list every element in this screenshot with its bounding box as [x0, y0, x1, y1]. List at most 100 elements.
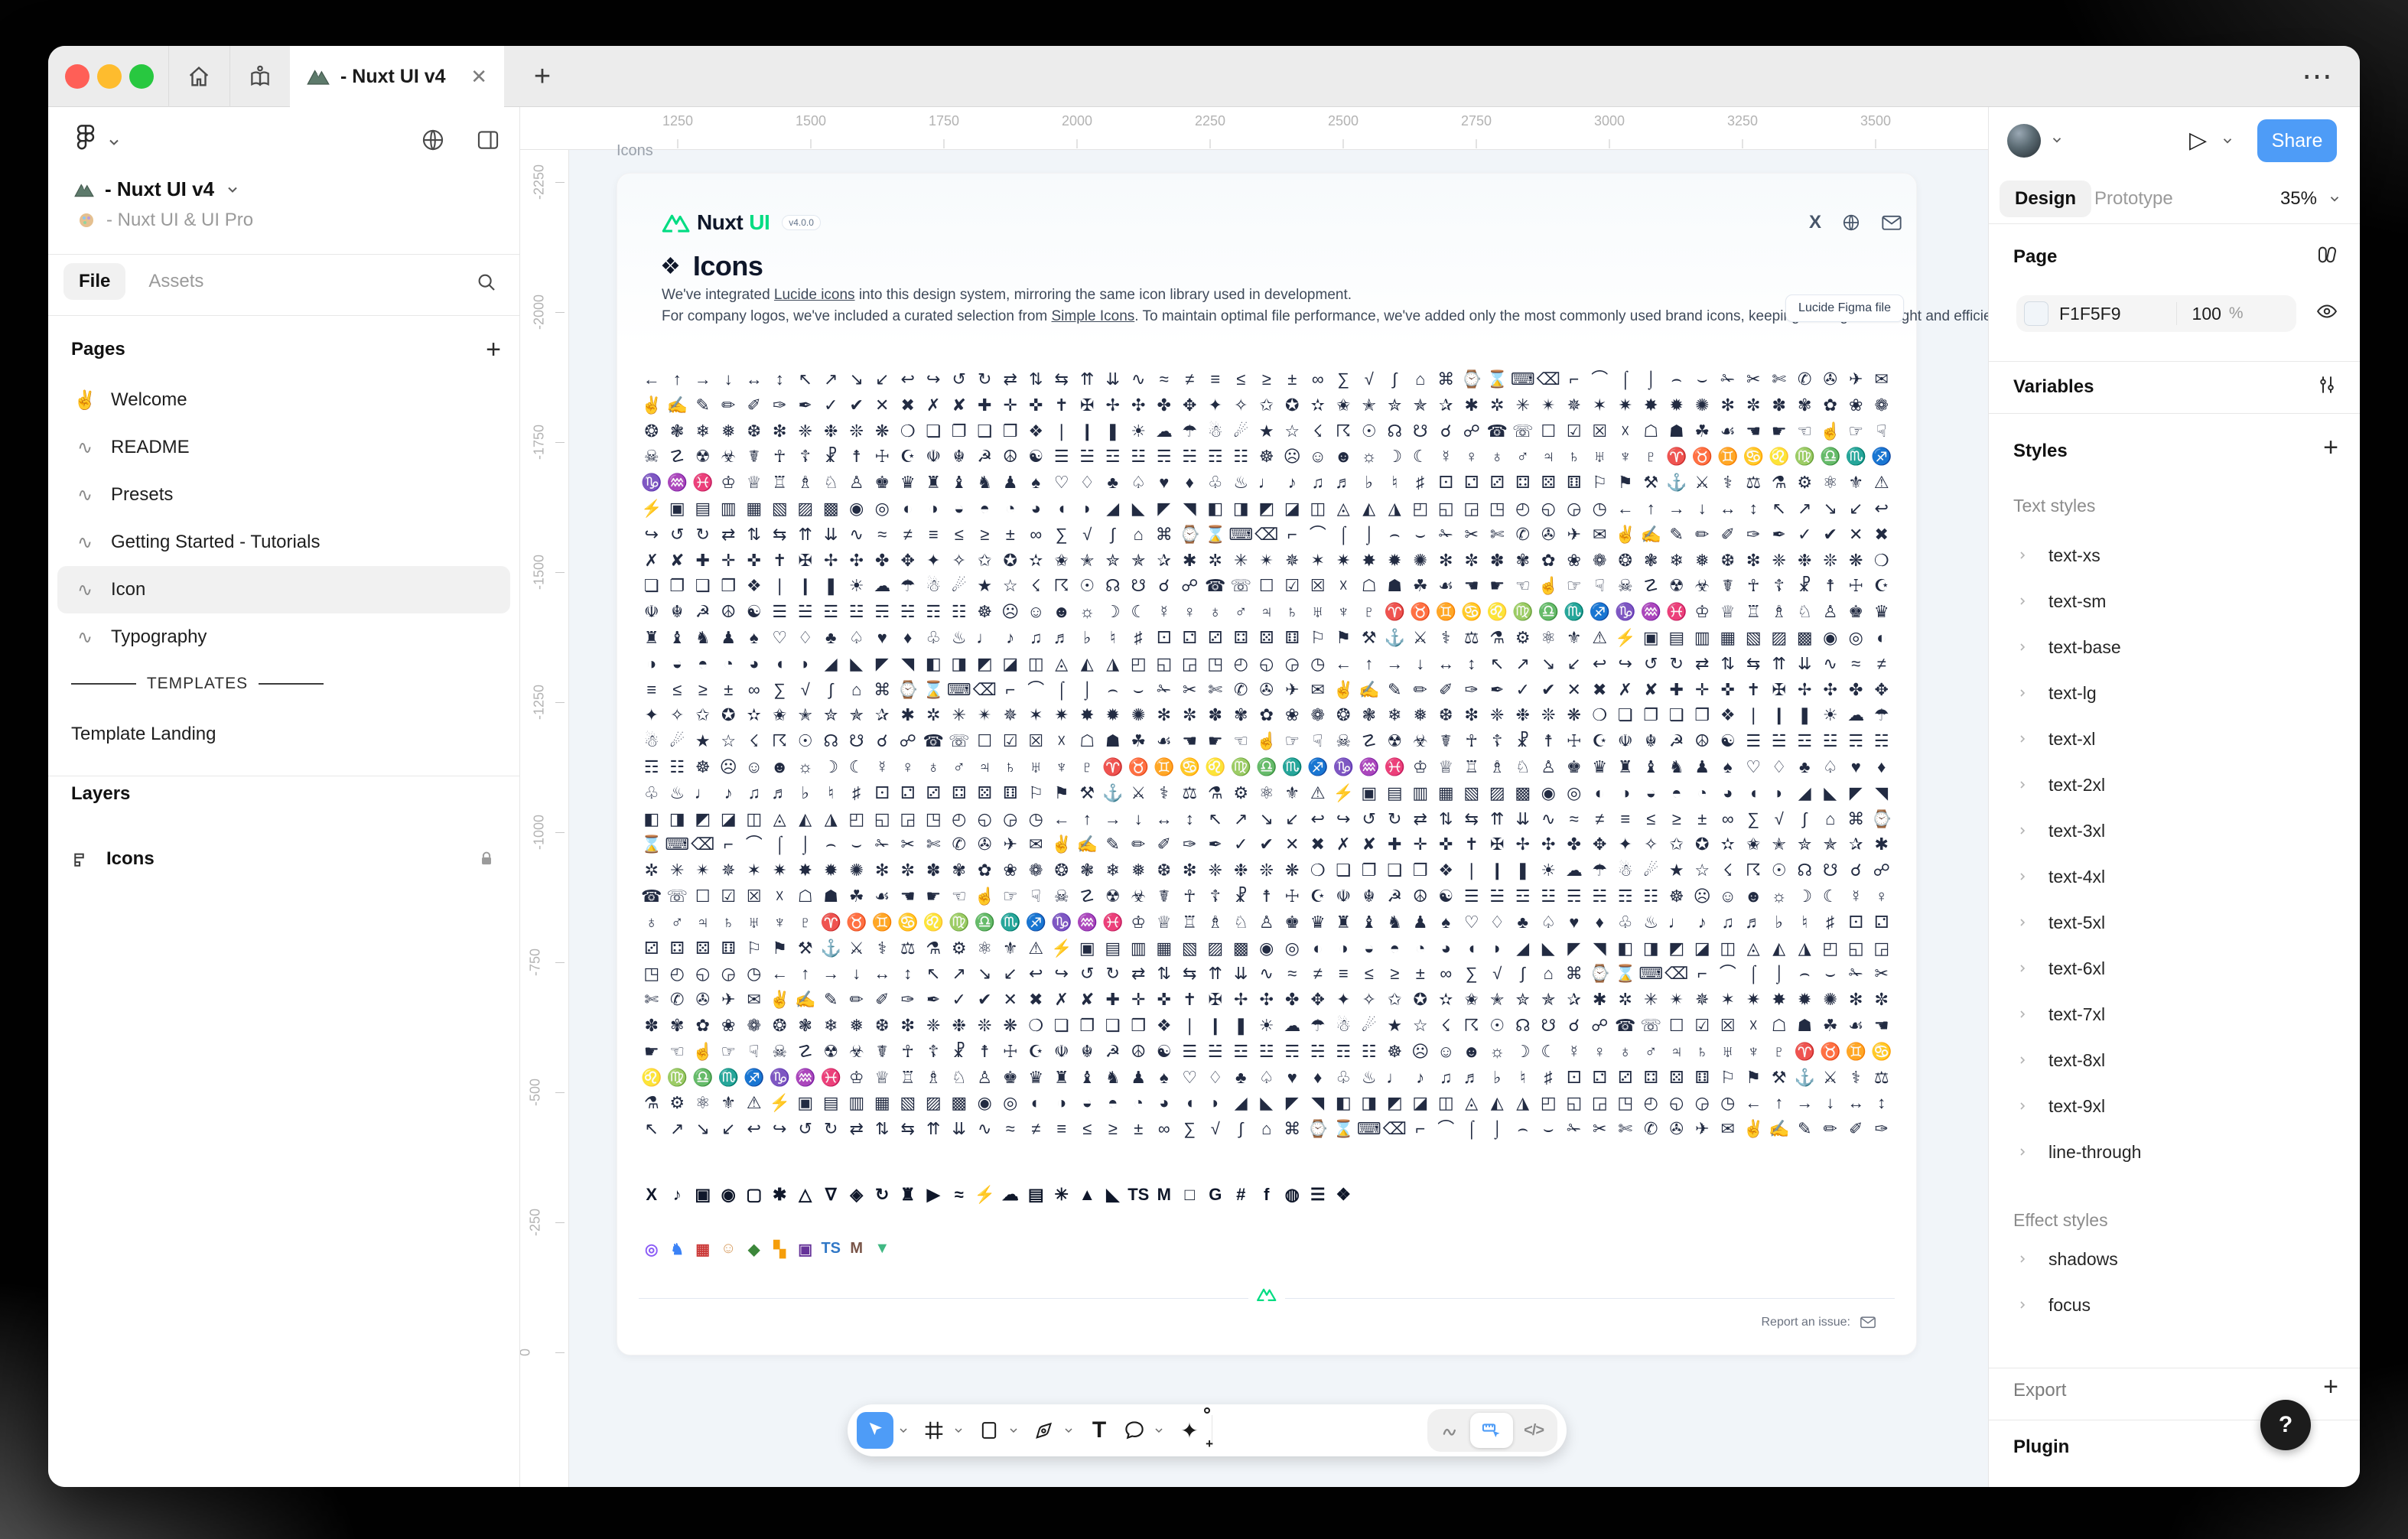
avatar-chevron-icon[interactable] — [2050, 133, 2064, 147]
grid-icon[interactable]: ⚛ — [1536, 625, 1562, 651]
grid-icon[interactable]: ⇆ — [895, 1116, 921, 1142]
grid-icon[interactable]: ✎ — [1664, 522, 1690, 548]
grid-icon[interactable]: ✂ — [1177, 677, 1203, 703]
grid-icon[interactable]: ↓ — [1407, 651, 1433, 677]
grid-icon[interactable]: ◥ — [895, 651, 921, 677]
grid-icon[interactable]: ✷ — [1331, 548, 1357, 574]
grid-icon[interactable]: ⚒ — [1766, 1065, 1792, 1091]
grid-icon[interactable]: ❙ — [792, 573, 818, 599]
grid-icon[interactable]: ♌ — [921, 909, 947, 935]
grid-icon[interactable]: ☠ — [1331, 728, 1357, 754]
grid-icon[interactable]: ❏ — [921, 418, 947, 444]
grid-icon[interactable]: ⌒ — [1715, 961, 1741, 987]
grid-icon[interactable]: ✯ — [1407, 392, 1433, 418]
grid-icon[interactable]: ♏ — [1843, 444, 1869, 470]
grid-icon[interactable]: ❖ — [1715, 702, 1741, 728]
grid-icon[interactable]: ❒ — [1126, 1013, 1152, 1039]
color-hex-value[interactable]: F1F5F9 — [2059, 304, 2121, 324]
grid-icon[interactable]: ⚔ — [1690, 470, 1716, 496]
grid-icon[interactable]: ✩ — [1254, 392, 1280, 418]
grid-icon[interactable]: ♧ — [639, 780, 665, 806]
grid-icon[interactable]: ± — [1690, 806, 1716, 832]
grid-icon[interactable]: ◲ — [1459, 496, 1485, 522]
grid-icon[interactable]: ❀ — [1561, 548, 1587, 574]
grid-icon[interactable]: ❄ — [1664, 548, 1690, 574]
grid-icon[interactable]: ✄ — [1766, 366, 1792, 392]
grid-icon[interactable]: ❐ — [1356, 857, 1382, 883]
comment-tool-chevron[interactable] — [1149, 1412, 1169, 1449]
code-view-button[interactable]: </> — [1516, 1412, 1551, 1449]
grid-icon[interactable]: ☣ — [1126, 883, 1152, 909]
grid-icon[interactable]: ◨ — [946, 651, 972, 677]
grid-icon[interactable]: ✱ — [1587, 987, 1613, 1013]
grid-icon[interactable]: ⚃ — [665, 935, 691, 961]
grid-icon[interactable]: ☚ — [1869, 1013, 1895, 1039]
grid-icon[interactable]: ♬ — [1459, 1065, 1485, 1091]
grid-icon[interactable]: ❃ — [1075, 857, 1101, 883]
grid-icon[interactable]: ♗ — [921, 1065, 947, 1091]
grid-icon[interactable]: ☥ — [895, 1039, 921, 1065]
grid-icon[interactable]: ⇊ — [946, 1116, 972, 1142]
grid-icon[interactable]: ♓ — [690, 470, 716, 496]
grid-icon[interactable]: ◢ — [1510, 935, 1536, 961]
grid-icon[interactable]: ⚅ — [716, 935, 742, 961]
grid-icon[interactable]: ∿ — [1817, 651, 1843, 677]
grid-icon[interactable]: ♈ — [1792, 1039, 1818, 1065]
grid-icon[interactable]: ◢ — [818, 651, 844, 677]
grid-icon[interactable]: ☣ — [844, 1039, 870, 1065]
grid-icon[interactable]: ♑ — [1612, 599, 1638, 625]
grid-icon[interactable]: ✣ — [844, 548, 870, 574]
grid-icon[interactable]: ❘ — [1177, 1013, 1203, 1039]
grid-icon[interactable]: ✽ — [639, 1013, 665, 1039]
grid-icon[interactable]: ★ — [1254, 418, 1280, 444]
grid-icon[interactable]: ⌘ — [1151, 522, 1177, 548]
grid-icon[interactable]: ♌ — [1485, 599, 1511, 625]
grid-icon[interactable]: ✆ — [1228, 677, 1254, 703]
grid-icon[interactable]: ↩ — [1305, 806, 1331, 832]
grid-icon[interactable]: ↕ — [1459, 651, 1485, 677]
grid-icon[interactable]: ↔ — [1843, 1090, 1869, 1116]
grid-icon[interactable]: ❁ — [1869, 392, 1895, 418]
grid-icon[interactable]: ◷ — [1305, 651, 1331, 677]
grid-icon[interactable]: ♤ — [1536, 909, 1562, 935]
grid-icon[interactable]: ◗ — [792, 651, 818, 677]
grid-icon[interactable]: ∞ — [1715, 806, 1741, 832]
grid-icon[interactable]: ♉ — [1407, 599, 1433, 625]
grid-icon[interactable]: ◖ — [1177, 1090, 1203, 1116]
grid-icon[interactable]: ☌ — [1151, 573, 1177, 599]
grid-icon[interactable]: ↙ — [1561, 651, 1587, 677]
grid-icon[interactable]: ☀ — [1536, 857, 1562, 883]
grid-icon[interactable]: ❍ — [1023, 1013, 1049, 1039]
grid-icon[interactable]: ♖ — [895, 1065, 921, 1091]
grid-icon[interactable]: ✹ — [1382, 548, 1408, 574]
grid-icon[interactable]: ❄ — [1100, 857, 1126, 883]
grid-icon[interactable]: ☩ — [997, 1039, 1023, 1065]
grid-icon[interactable]: ✁ — [1433, 522, 1459, 548]
grid-icon[interactable]: ☒ — [741, 883, 767, 909]
close-window-button[interactable] — [65, 64, 89, 89]
grid-icon[interactable]: ⚡ — [1049, 935, 1075, 961]
grid-icon[interactable]: ✯ — [1536, 987, 1562, 1013]
new-tab-button[interactable]: + — [513, 46, 571, 107]
grid-icon[interactable]: ✳ — [665, 857, 691, 883]
grid-icon[interactable]: ◉ — [1817, 625, 1843, 651]
grid-icon[interactable]: ✉ — [741, 987, 767, 1013]
page-item-readme[interactable]: ∿README — [57, 424, 510, 471]
add-page-button[interactable]: + — [486, 337, 501, 363]
grid-icon[interactable]: ❚ — [1100, 418, 1126, 444]
grid-icon[interactable]: ✝ — [1459, 831, 1485, 857]
grid-icon[interactable]: ♊ — [1151, 754, 1177, 780]
grid-icon[interactable]: ❅ — [1690, 548, 1716, 574]
page-item-template-landing[interactable]: Template Landing — [71, 724, 216, 745]
grid-icon[interactable]: ↘ — [1536, 651, 1562, 677]
grid-icon[interactable]: ✹ — [1664, 392, 1690, 418]
grid-icon[interactable]: ☋ — [1536, 1013, 1562, 1039]
grid-icon[interactable]: ☒ — [1587, 418, 1613, 444]
grid-icon[interactable]: ❑ — [1100, 1013, 1126, 1039]
grid-icon[interactable]: ♡ — [1459, 909, 1485, 935]
grid-icon[interactable]: ♫ — [1023, 625, 1049, 651]
grid-icon[interactable]: ✛ — [1407, 831, 1433, 857]
grid-icon[interactable]: ✷ — [1741, 987, 1767, 1013]
page-item-icon[interactable]: ∿Icon — [57, 566, 510, 613]
grid-icon[interactable]: ☀ — [1126, 418, 1152, 444]
